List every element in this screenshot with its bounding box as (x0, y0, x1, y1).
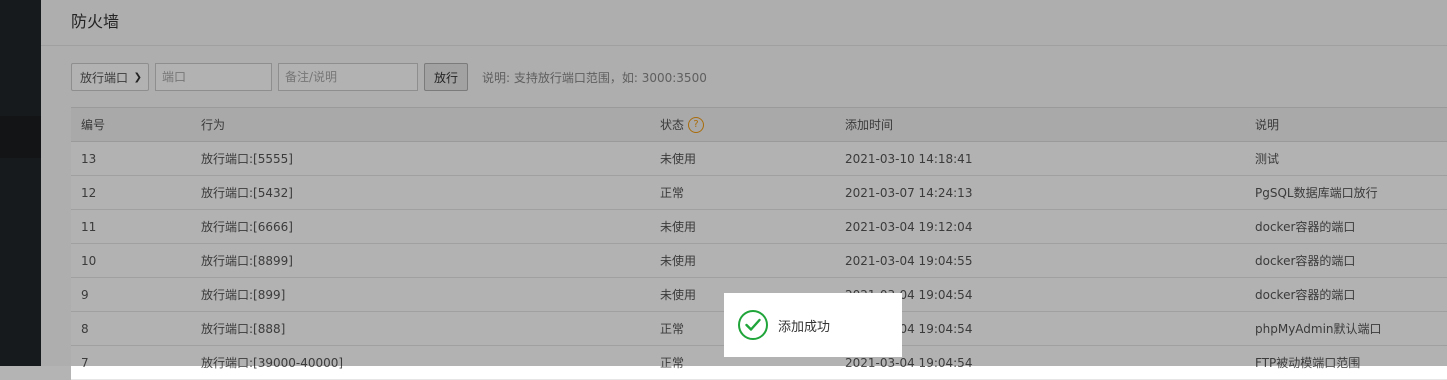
success-toast: 添加成功 (724, 293, 902, 357)
toast-message: 添加成功 (778, 319, 831, 335)
check-circle-icon (738, 310, 768, 340)
